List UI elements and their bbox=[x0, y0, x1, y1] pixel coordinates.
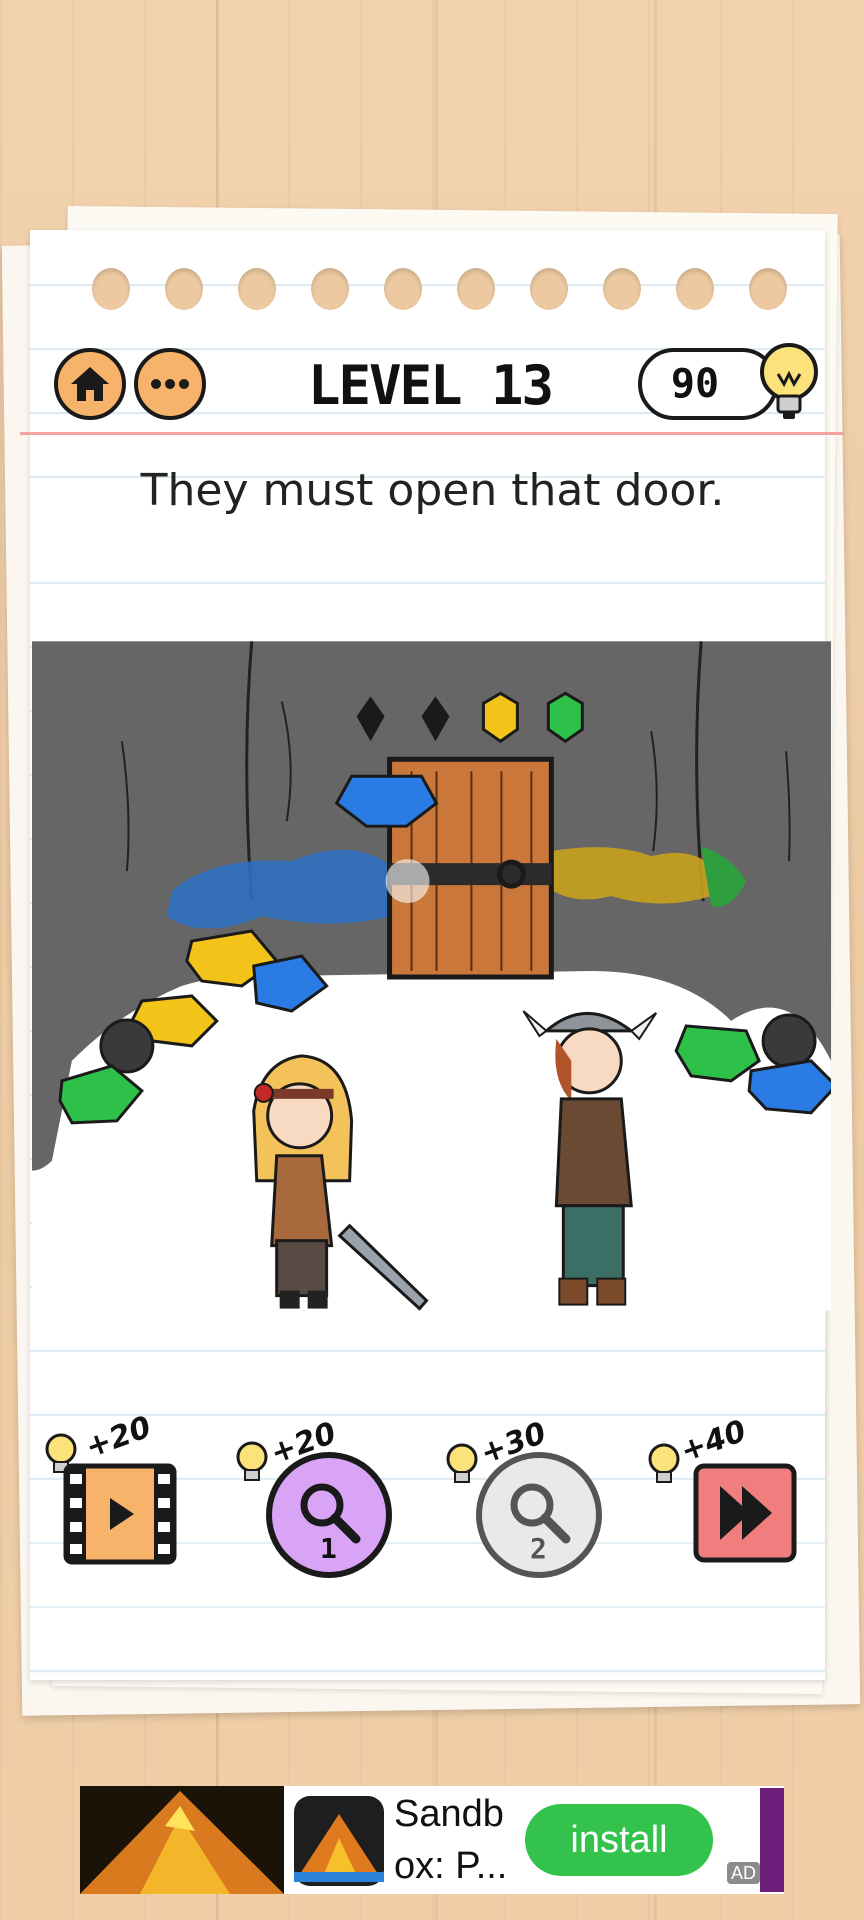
more-icon bbox=[151, 379, 189, 389]
ad-badge[interactable]: AD bbox=[727, 1862, 761, 1884]
ad-side-strip bbox=[760, 1788, 784, 1892]
ad-app-icon bbox=[294, 1796, 384, 1886]
more-button[interactable] bbox=[134, 348, 206, 420]
binder-hole bbox=[311, 268, 349, 310]
binder-hole bbox=[384, 268, 422, 310]
margin-line bbox=[20, 432, 844, 435]
ad-badge-label: AD bbox=[731, 1863, 757, 1883]
skip-icon bbox=[693, 1463, 797, 1563]
hint-count: 90 bbox=[670, 361, 720, 407]
binder-hole bbox=[457, 268, 495, 310]
video-icon bbox=[63, 1463, 177, 1565]
binder-hole bbox=[530, 268, 568, 310]
puzzle-scene[interactable] bbox=[32, 641, 831, 1311]
skip-level-button[interactable]: +40 bbox=[648, 1414, 810, 1580]
ad-image bbox=[80, 1786, 284, 1894]
ad-title: Sandb ox: P... bbox=[394, 1793, 508, 1887]
hint-number: 1 bbox=[320, 1532, 337, 1565]
install-button[interactable]: install bbox=[525, 1804, 713, 1876]
hint-number: 2 bbox=[530, 1532, 547, 1565]
binder-hole bbox=[92, 268, 130, 310]
lightbulb-icon bbox=[760, 343, 818, 419]
level-title: LEVEL 13 bbox=[307, 354, 554, 417]
watch-video-button[interactable]: +20 bbox=[45, 1410, 195, 1580]
home-button[interactable] bbox=[54, 348, 126, 420]
binder-hole bbox=[603, 268, 641, 310]
lightbulb-icon bbox=[648, 1443, 680, 1483]
hint-1-button[interactable]: +20 1 bbox=[236, 1416, 402, 1580]
home-icon bbox=[71, 367, 109, 401]
binder-hole bbox=[238, 268, 276, 310]
hint-2-button[interactable]: +30 2 bbox=[446, 1416, 612, 1580]
puzzle-question: They must open that door. bbox=[140, 465, 725, 516]
binder-hole bbox=[165, 268, 203, 310]
binder-hole bbox=[676, 268, 714, 310]
binder-hole bbox=[749, 268, 787, 310]
